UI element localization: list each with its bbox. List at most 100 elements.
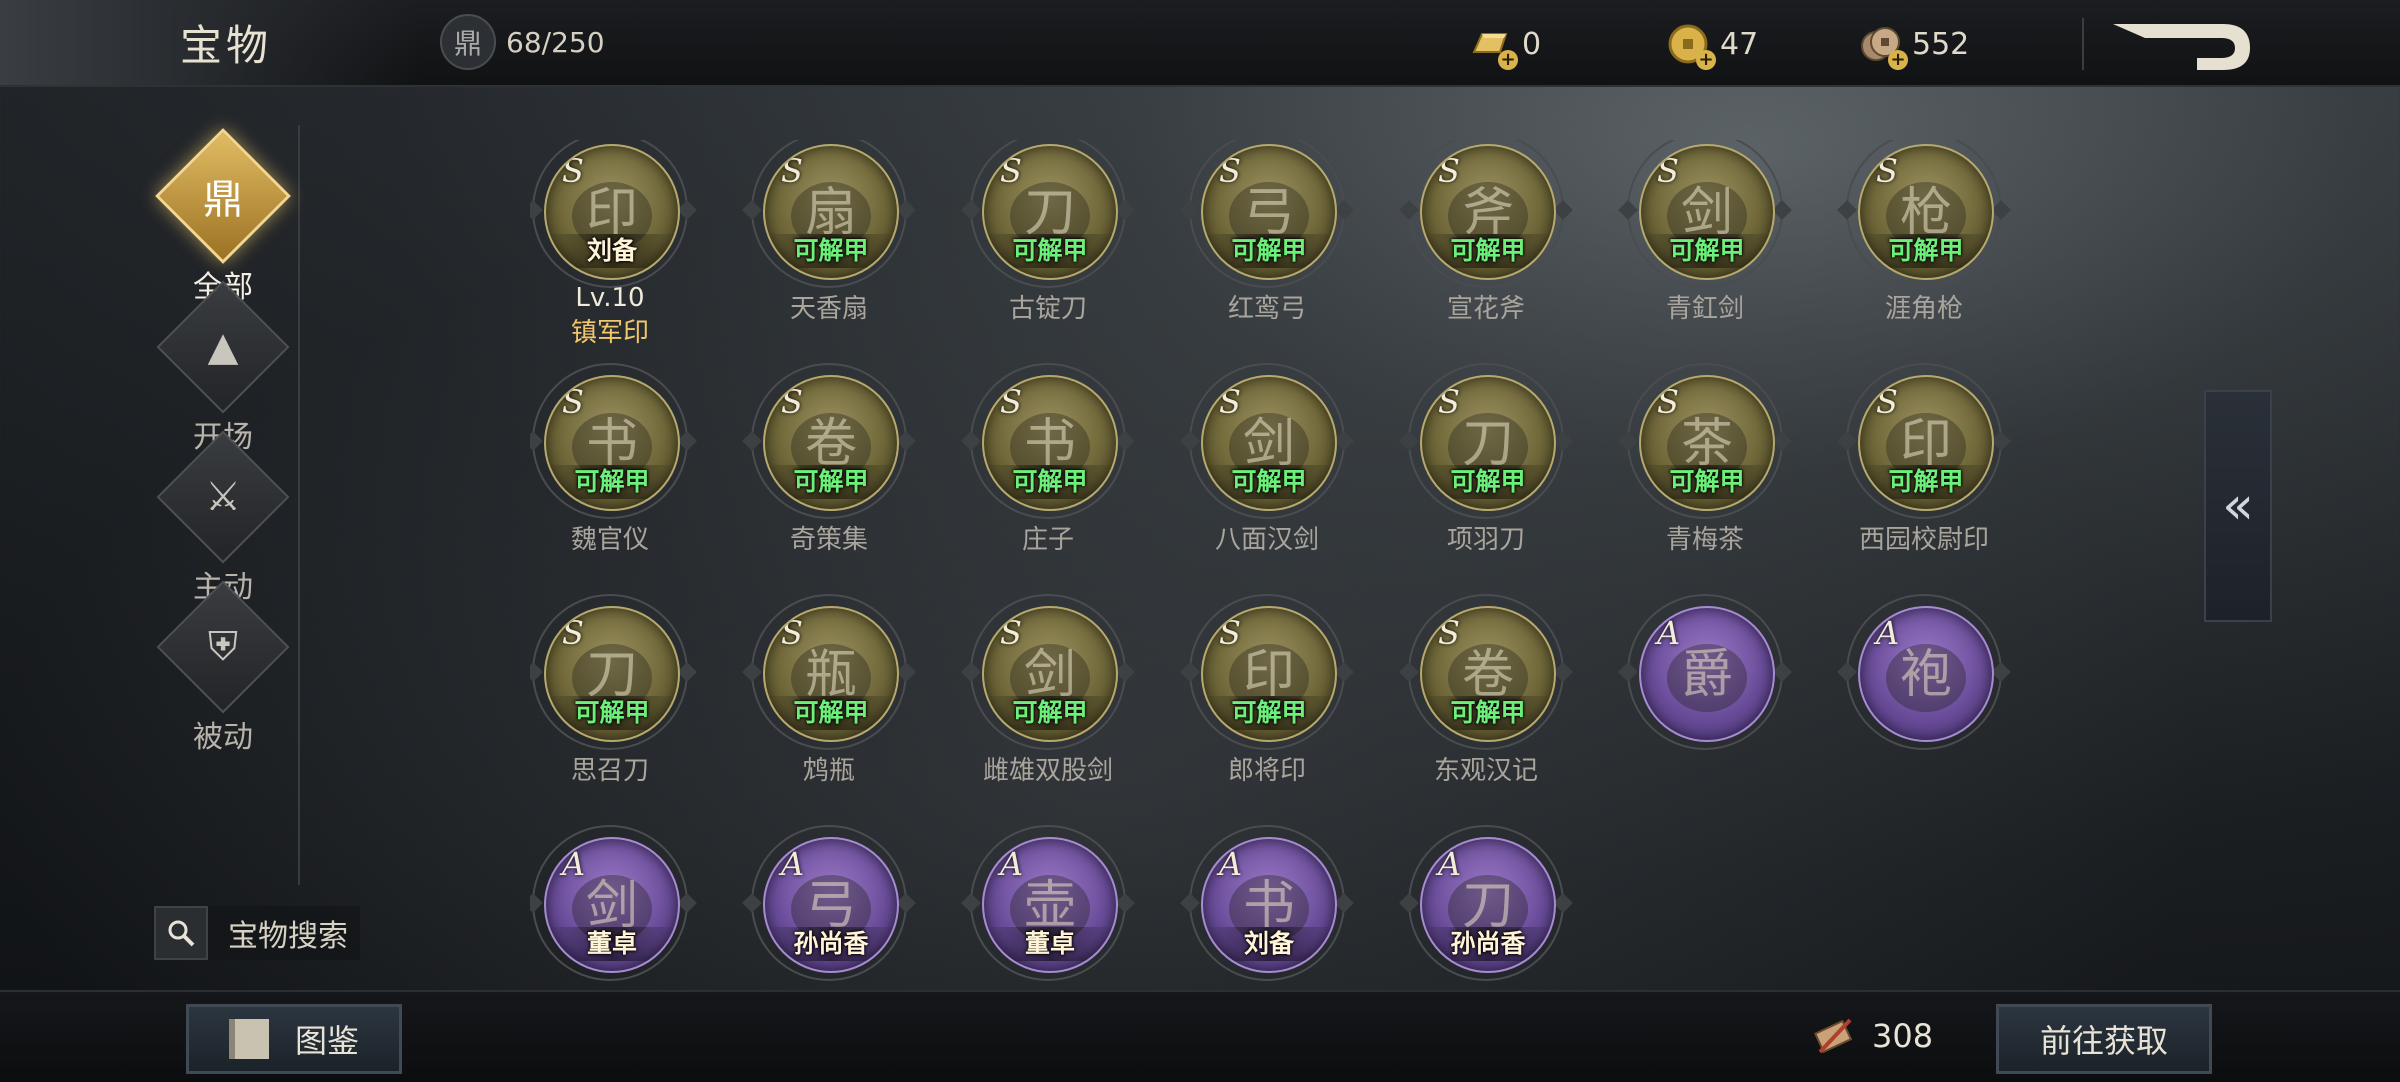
- treasure-item[interactable]: 印 S 刘备 Lv.10 镇军印: [530, 140, 697, 349]
- treasure-item[interactable]: 弓 A 孙尚香: [742, 825, 916, 981]
- treasure-search-button[interactable]: 宝物搜索: [152, 906, 360, 960]
- unequip-tag: 可解甲: [765, 234, 897, 268]
- unequip-tag: 可解甲: [1203, 465, 1335, 499]
- unequip-tag: 可解甲: [546, 465, 678, 499]
- treasure-item[interactable]: 瓶 S 可解甲 鸩瓶: [742, 594, 916, 787]
- treasure-item[interactable]: 弓 S 可解甲 红鸾弓: [1180, 140, 1354, 325]
- grade-badge: A: [781, 845, 805, 883]
- unequip-tag: 可解甲: [1422, 696, 1554, 730]
- go-acquire-button[interactable]: 前往获取: [1996, 1004, 2212, 1074]
- grade-badge: A: [1657, 614, 1681, 652]
- treasure-item[interactable]: 书 S 可解甲 庄子: [961, 363, 1135, 556]
- item-name: 八面汉剑: [1214, 525, 1319, 555]
- treasure-icon-disc: 印 S 刘备: [544, 144, 680, 280]
- treasure-item[interactable]: 刀 S 可解甲 项羽刀: [1399, 363, 1573, 556]
- svg-text:袍: 袍: [1900, 645, 1952, 705]
- item-name: 庄子: [1021, 525, 1074, 555]
- resource-gold-bar[interactable]: + 0: [1468, 22, 1541, 70]
- grade-badge: S: [781, 383, 803, 421]
- treasure-item[interactable]: 斧 S 可解甲 宣花斧: [1399, 140, 1573, 325]
- item-name: 青梅茶: [1665, 525, 1744, 555]
- treasure-icon-disc: 瓶 S 可解甲: [763, 606, 899, 742]
- grade-badge: S: [1438, 614, 1460, 652]
- treasure-item[interactable]: 扇 S 可解甲 天香扇: [742, 140, 916, 325]
- pyramid-icon: ▲: [207, 324, 239, 370]
- divider: [2082, 18, 2084, 70]
- item-name: 东观汉记: [1433, 756, 1538, 786]
- add-icon[interactable]: +: [1696, 50, 1716, 70]
- grade-badge: S: [1876, 383, 1898, 421]
- grade-badge: S: [562, 152, 584, 190]
- treasure-icon-disc: 剑 S 可解甲: [1639, 144, 1775, 280]
- treasure-item[interactable]: 书 A 刘备: [1180, 825, 1354, 981]
- owner-tag: 董卓: [546, 927, 678, 961]
- svg-text:爵: 爵: [1681, 645, 1733, 705]
- axe-icon: ⚔: [205, 474, 241, 520]
- unequip-tag: 可解甲: [765, 465, 897, 499]
- treasure-icon-disc: 弓 A 孙尚香: [763, 837, 899, 973]
- treasure-item[interactable]: 印 S 可解甲 西园校尉印: [1837, 363, 2011, 556]
- treasure-icon-disc: 扇 S 可解甲: [763, 144, 899, 280]
- unequip-tag: 可解甲: [1641, 465, 1773, 499]
- treasure-item[interactable]: 卷 S 可解甲 东观汉记: [1399, 594, 1573, 787]
- unequip-tag: 可解甲: [1860, 234, 1992, 268]
- category-passive[interactable]: ⛨ 被动: [156, 580, 290, 756]
- treasure-icon-disc: 印 S 可解甲: [1201, 606, 1337, 742]
- capacity-display: 鼎 68/250: [440, 14, 605, 70]
- owner-tag: 孙尚香: [765, 927, 897, 961]
- add-icon[interactable]: +: [1888, 50, 1908, 70]
- treasure-item[interactable]: 刀 A 孙尚香: [1399, 825, 1573, 981]
- item-name: 镇军印: [570, 318, 649, 348]
- grade-badge: S: [1000, 383, 1022, 421]
- item-name: 郎将印: [1227, 756, 1306, 786]
- treasure-item[interactable]: 袍A: [1837, 594, 2011, 750]
- unequip-tag: 可解甲: [765, 696, 897, 730]
- treasure-icon-disc: 卷 S 可解甲: [763, 375, 899, 511]
- token-counter: 308: [1810, 1012, 1933, 1060]
- add-icon[interactable]: +: [1498, 50, 1518, 70]
- return-arrow-icon: [2113, 24, 2250, 70]
- treasure-item[interactable]: 剑 A 董卓: [530, 825, 697, 981]
- back-button[interactable]: [2105, 18, 2255, 74]
- treasure-item[interactable]: 壶 A 董卓: [961, 825, 1135, 981]
- grade-badge: A: [1876, 614, 1900, 652]
- double-chevron-left-icon: «: [2222, 476, 2254, 536]
- grade-badge: S: [1876, 152, 1898, 190]
- treasure-item[interactable]: 剑 S 可解甲 雌雄双股剑: [961, 594, 1135, 787]
- grade-badge: S: [1438, 152, 1460, 190]
- treasure-item[interactable]: 剑 S 可解甲 青釭剑: [1618, 140, 1792, 325]
- owner-tag: 刘备: [546, 234, 678, 268]
- resource-gold-coin[interactable]: + 47: [1666, 22, 1759, 70]
- treasure-item[interactable]: 爵A: [1618, 594, 1792, 750]
- treasure-item[interactable]: 枪 S 可解甲 涯角枪: [1837, 140, 2011, 325]
- gold-coin-count: 47: [1720, 26, 1759, 62]
- treasure-item[interactable]: 书 S 可解甲 魏官仪: [530, 363, 697, 556]
- treasure-item[interactable]: 刀 S 可解甲 古锭刀: [961, 140, 1135, 325]
- item-name: 红鸾弓: [1227, 294, 1306, 324]
- grade-badge: S: [1438, 383, 1460, 421]
- grade-badge: S: [1219, 152, 1241, 190]
- treasure-icon-disc: 弓 S 可解甲: [1201, 144, 1337, 280]
- treasure-item[interactable]: 印 S 可解甲郎将印: [1180, 594, 1354, 787]
- gold-bar-icon: +: [1468, 22, 1518, 70]
- unequip-tag: 可解甲: [1860, 465, 1992, 499]
- item-level: Lv.10: [575, 283, 645, 313]
- item-name: 宣花斧: [1446, 294, 1525, 324]
- grade-badge: A: [1438, 845, 1462, 883]
- treasure-item[interactable]: 卷 S 可解甲 奇策集: [742, 363, 916, 556]
- grade-badge: S: [1657, 152, 1679, 190]
- collapse-panel-button[interactable]: «: [2204, 390, 2272, 622]
- unequip-tag: 可解甲: [1203, 234, 1335, 268]
- treasure-icon-disc: 剑 S 可解甲: [982, 606, 1118, 742]
- treasure-icon-disc: 袍A: [1858, 606, 1994, 742]
- cauldron-icon: 鼎: [440, 14, 496, 70]
- treasure-item[interactable]: 刀 S 可解甲 思召刀: [530, 594, 697, 787]
- resource-copper-coin[interactable]: + 552: [1858, 22, 1969, 70]
- treasure-item[interactable]: 茶 S 可解甲 青梅茶: [1618, 363, 1792, 556]
- scroll-token-icon: [1813, 1018, 1853, 1054]
- grade-badge: S: [562, 614, 584, 652]
- gold-coin-icon: +: [1666, 22, 1716, 70]
- treasure-item[interactable]: 剑 S 可解甲 八面汉剑: [1180, 363, 1354, 556]
- unequip-tag: 可解甲: [984, 234, 1116, 268]
- codex-button[interactable]: 图鉴: [186, 1004, 402, 1074]
